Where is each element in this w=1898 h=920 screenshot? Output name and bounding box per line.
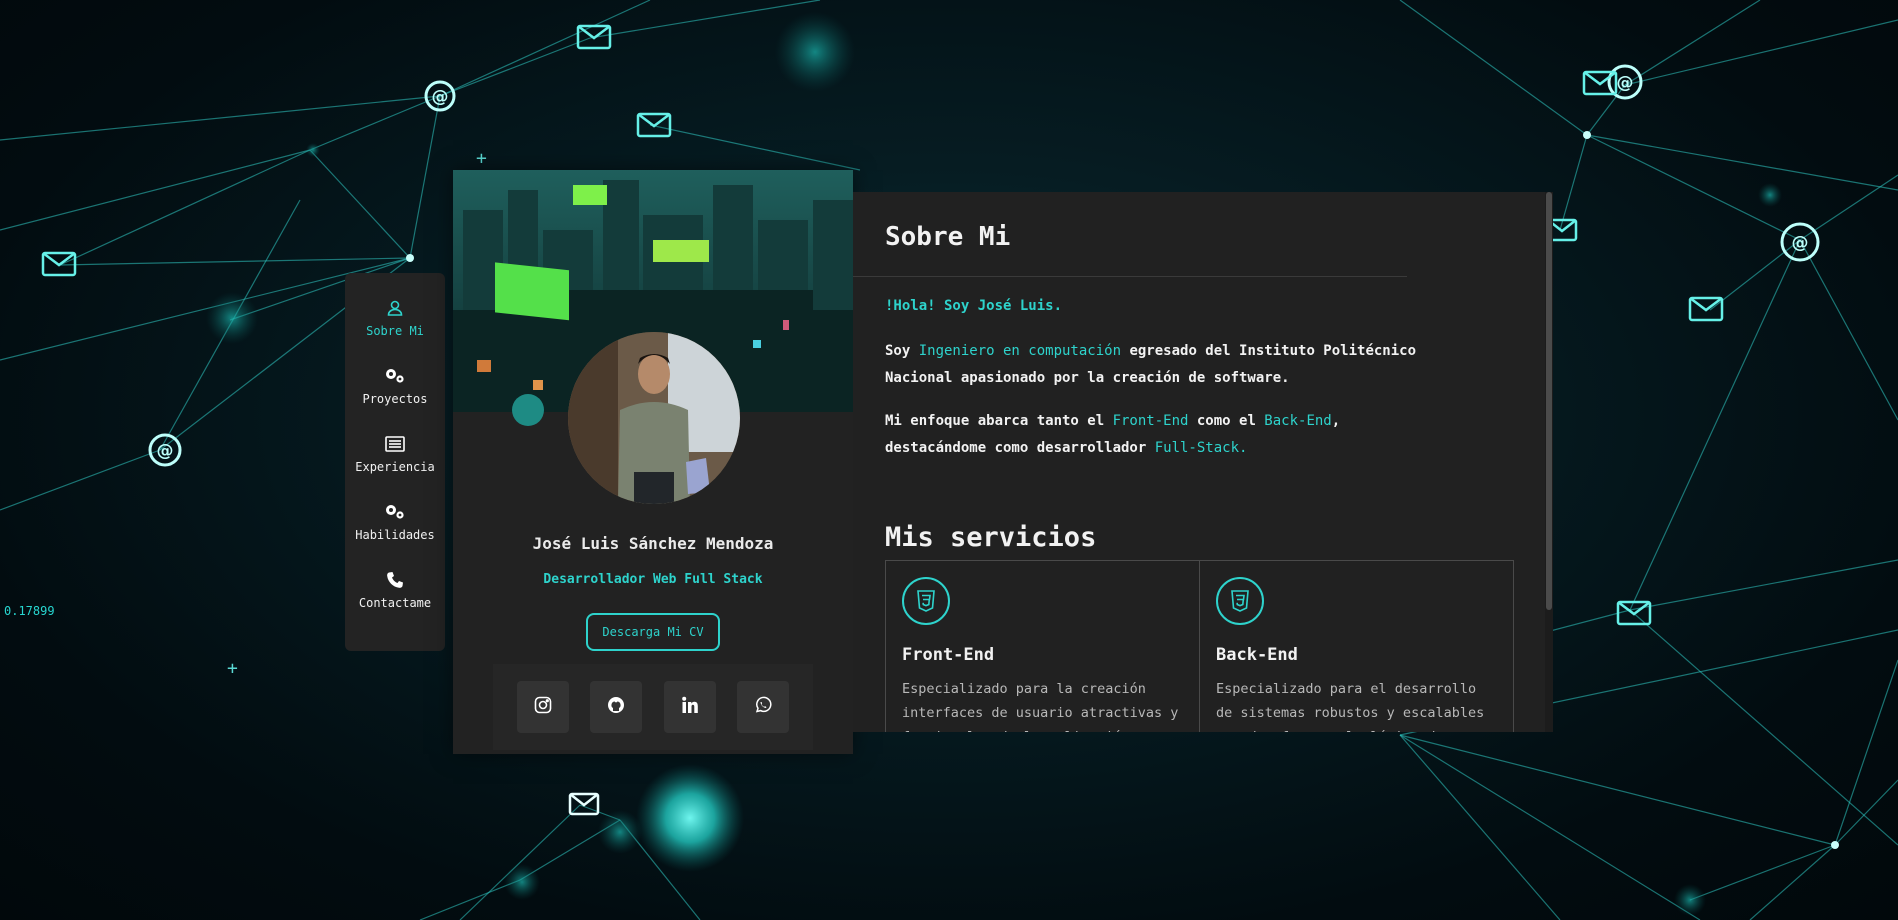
instagram-icon [534, 696, 552, 718]
profile-role: Desarrollador Web Full Stack [543, 572, 763, 587]
nav-label: Sobre Mi [366, 324, 424, 338]
linkedin-icon [681, 696, 699, 718]
svg-text:@: @ [1792, 233, 1809, 253]
instagram-button[interactable] [517, 681, 569, 733]
nav-label: Contactame [358, 596, 432, 610]
download-cv-button[interactable]: Descarga Mi CV [586, 613, 720, 651]
svg-text:@: @ [157, 441, 174, 461]
user-icon [384, 297, 406, 319]
scrollbar-thumb[interactable] [1546, 192, 1552, 610]
gears-icon [384, 501, 406, 523]
phone-icon [384, 569, 406, 591]
plus-sparkle: + [476, 148, 487, 169]
service-description: Especializado para la creación interface… [902, 681, 1179, 732]
text: como el [1188, 413, 1265, 429]
css3-icon [1216, 577, 1264, 625]
whatsapp-icon [754, 696, 772, 718]
nav-label: Habilidades [355, 528, 435, 542]
highlight: Full-Stack. [1154, 440, 1248, 456]
divider [853, 276, 1407, 277]
nav-label: Experiencia [355, 460, 435, 474]
number-ticker: 0.17899 [4, 604, 55, 618]
linkedin-button[interactable] [663, 681, 716, 733]
greeting: !Hola! Soy José Luis. [885, 298, 1063, 314]
service-title: Front-End [902, 645, 995, 665]
whatsapp-button[interactable] [736, 681, 789, 733]
github-button[interactable] [590, 681, 643, 733]
nav-label: Proyectos [362, 392, 428, 406]
profile-card: José Luis Sánchez Mendoza Desarrollador … [453, 170, 853, 754]
profile-name: José Luis Sánchez Mendoza [532, 534, 774, 553]
service-description: Especializado para el desarrollo de sist… [1216, 681, 1485, 732]
text: Mi enfoque abarca tanto el [885, 413, 1113, 429]
highlight: Ingeniero en computación [918, 343, 1122, 359]
about-title: Sobre Mi [885, 222, 1011, 252]
scrollbar[interactable] [1545, 192, 1553, 732]
github-icon [607, 696, 625, 718]
avatar [568, 332, 740, 504]
decorative-dot [512, 394, 544, 426]
highlight: Front-End [1112, 413, 1189, 429]
highlight: Back-End [1264, 413, 1332, 429]
service-card-frontend: Front-End Especializado para la creación… [885, 560, 1200, 732]
nav-item-experiencia[interactable]: Experiencia [345, 433, 445, 501]
nav-item-contactame[interactable]: Contactame [345, 569, 445, 637]
about-panel[interactable]: Sobre Mi !Hola! Soy José Luis. Soy Ingen… [853, 192, 1553, 732]
css3-icon [902, 577, 950, 625]
side-navigation: Sobre Mi Proyectos Experiencia Habilidad… [345, 273, 445, 651]
nav-item-proyectos[interactable]: Proyectos [345, 365, 445, 433]
about-paragraph-2: Mi enfoque abarca tanto el Front-End com… [885, 408, 1445, 462]
plus-sparkle: + [227, 658, 238, 679]
service-title: Back-End [1216, 645, 1298, 665]
about-paragraph-1: Soy Ingeniero en computación egresado de… [885, 338, 1445, 392]
svg-text:@: @ [432, 87, 449, 107]
list-icon [384, 433, 406, 455]
social-links [493, 664, 813, 750]
nav-item-habilidades[interactable]: Habilidades [345, 501, 445, 569]
gears-icon [384, 365, 406, 387]
svg-text:@: @ [1617, 73, 1634, 93]
nav-item-sobre-mi[interactable]: Sobre Mi [345, 297, 445, 365]
text: Soy [885, 343, 919, 359]
service-card-backend: Back-End Especializado para el desarroll… [1199, 560, 1514, 732]
services-title: Mis servicios [885, 522, 1097, 553]
